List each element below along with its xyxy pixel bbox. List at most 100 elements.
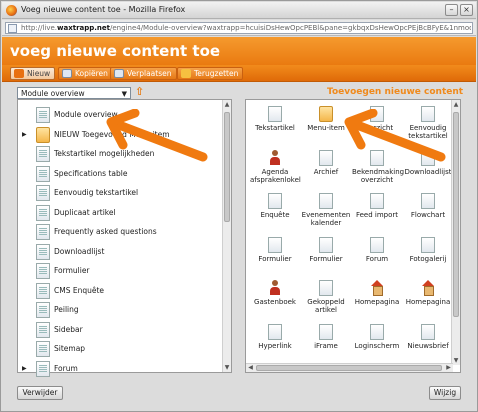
move-button-label: Verplaatsen (127, 69, 172, 78)
module-tree-item-label: Downloadlijst (54, 246, 105, 256)
content-type-agenda-afsprakenlokel[interactable]: Agenda afsprakenlokel (250, 149, 301, 190)
scroll-thumb[interactable] (224, 112, 230, 222)
scroll-right-icon[interactable]: ▶ (444, 364, 453, 372)
scroll-down-icon[interactable]: ▼ (452, 356, 460, 365)
scroll-up-icon[interactable]: ▲ (223, 100, 231, 109)
document-icon (370, 193, 384, 209)
content-type-menu-item[interactable]: Menu-item (301, 106, 351, 146)
content-type-feed-import[interactable]: Feed import (352, 193, 402, 233)
restore-button[interactable]: Terugzetten (177, 67, 244, 80)
module-tree-item-label: Specifications table (54, 168, 128, 178)
delete-button[interactable]: Verwijder (17, 386, 63, 400)
undo-arrow-icon (181, 69, 191, 78)
document-icon (36, 243, 50, 260)
document-icon (268, 323, 282, 340)
browser-window: Voeg nieuwe content toe - Mozilla Firefo… (0, 0, 478, 412)
content-type-label: Nieuwsbrief (407, 341, 449, 350)
copy-button[interactable]: Kopiëren (58, 67, 113, 80)
new-button[interactable]: Nieuw (10, 67, 56, 80)
close-button[interactable]: × (460, 4, 473, 16)
content-type-overzicht[interactable]: overzicht (352, 106, 402, 146)
module-tree-item-label: Formulier (54, 266, 90, 275)
chevron-down-icon: ▼ (121, 90, 127, 98)
scroll-thumb[interactable] (256, 365, 442, 371)
url-prefix: http://live. (21, 24, 58, 32)
up-level-icon[interactable]: ⇧ (135, 86, 145, 98)
content-type-label: Forum (365, 254, 389, 263)
right-vertical-scrollbar[interactable]: ▲ ▼ (451, 100, 460, 365)
document-icon (36, 282, 50, 299)
content-type-label: Loginscherm (354, 341, 400, 350)
person-icon (268, 149, 282, 166)
document-icon (36, 360, 50, 377)
content-type-formulier[interactable]: Formulier (250, 236, 300, 277)
content-type-label: Fotogalerij (409, 254, 447, 263)
content-type-label: Gastenboek (254, 298, 296, 306)
content-type-eenvoudig-tekstartikel[interactable]: Eenvoudig tekstartikel (403, 106, 453, 146)
content-type-gekoppeld-artikel[interactable]: Gekoppeld artikel (301, 280, 351, 320)
content-type-label: Homepagina (354, 298, 400, 306)
document-icon (36, 263, 50, 279)
content-type-archief[interactable]: Archief (301, 149, 351, 190)
move-button[interactable]: Verplaatsen (110, 67, 177, 80)
left-vertical-scrollbar[interactable]: ▲ ▼ (222, 100, 231, 372)
content-type-panel: Tekstartikel Menu-item overzicht Eenvoudig … (245, 99, 461, 373)
content-type-gastenboek[interactable]: Gastenboek (250, 280, 300, 320)
content-type-label: Eenvoudig tekstartikel (408, 124, 448, 140)
content-type-homepagina[interactable]: Homepagina (403, 280, 453, 320)
content-type-fotogalerij[interactable]: Fotogalerij (403, 236, 453, 277)
edit-button[interactable]: Wijzig (429, 386, 461, 400)
content-type-forum[interactable]: Forum (352, 236, 402, 277)
firefox-icon (6, 5, 17, 16)
document-icon (268, 106, 282, 122)
expand-arrow-icon[interactable]: ▶ (22, 131, 27, 138)
module-tree-item-label: Sidebar (54, 324, 83, 334)
scroll-thumb[interactable] (453, 112, 459, 317)
address-field[interactable]: http://live.waxtrapp.net/engine4/Module-… (5, 22, 473, 34)
document-icon (370, 149, 384, 166)
folder-icon (36, 126, 50, 143)
content-type-bekendmaking-overzicht[interactable]: Bekendmaking overzicht (352, 149, 405, 190)
content-type-homepagina[interactable]: Homepagina (352, 280, 402, 320)
content-type-nieuwsbrief[interactable]: Nieuwsbrief (403, 323, 453, 364)
document-icon (370, 106, 384, 122)
document-icon (421, 236, 435, 253)
module-tree-item-label: Peiling (54, 305, 79, 314)
content-type-iframe[interactable]: iFrame (301, 323, 351, 364)
content-type-label: Bekendmaking overzicht (352, 167, 405, 184)
content-type-evenementen-kalender[interactable]: Evenementen kalender (301, 193, 351, 233)
content-type-label: Tekstartikel (255, 124, 295, 132)
module-tree-item-label: NIEUW Toegevoegd Menu-item (54, 129, 170, 139)
house-icon (421, 280, 435, 296)
scroll-left-icon[interactable]: ◀ (246, 364, 255, 372)
module-tree-item-forum[interactable]: ▶ Forum (22, 358, 222, 380)
page-favicon-icon (8, 24, 17, 33)
content-type-label: iFrame (314, 341, 338, 350)
content-type-loginscherm[interactable]: Loginscherm (352, 323, 402, 364)
window-title: Voeg nieuwe content toe - Mozilla Firefo… (21, 5, 186, 14)
document-icon (36, 185, 50, 201)
content-type-enqu-te[interactable]: Enquête (250, 193, 300, 233)
content-type-flowchart[interactable]: Flowchart (403, 193, 453, 233)
module-select[interactable]: Module overview ▼ (17, 87, 131, 99)
scroll-up-icon[interactable]: ▲ (452, 100, 460, 109)
expand-arrow-icon[interactable]: ▶ (22, 365, 27, 372)
content-type-tekstartikel[interactable]: Tekstartikel (250, 106, 300, 146)
scroll-down-icon[interactable]: ▼ (223, 363, 231, 372)
content-type-label: Formulier (309, 254, 343, 263)
content-type-downloadlijst[interactable]: Downloadlijst (403, 149, 453, 190)
document-icon (36, 341, 50, 357)
module-tree-item-label: Module overview (54, 110, 118, 119)
document-icon (370, 236, 384, 253)
minimize-button[interactable]: – (445, 4, 458, 16)
action-toolbar: Nieuw Kopiëren Verplaatsen Terugzetten (2, 65, 476, 82)
title-bar: Voeg nieuwe content toe - Mozilla Firefo… (2, 2, 476, 19)
document-icon (319, 323, 333, 340)
document-icon (370, 323, 384, 340)
content-type-hyperlink[interactable]: Hyperlink (250, 323, 300, 364)
content-type-formulier[interactable]: Formulier (301, 236, 351, 277)
document-icon (319, 149, 333, 166)
url-domain: waxtrapp.net (57, 24, 111, 32)
document-icon (268, 193, 282, 209)
right-horizontal-scrollbar[interactable]: ◀ ▶ (246, 363, 453, 372)
